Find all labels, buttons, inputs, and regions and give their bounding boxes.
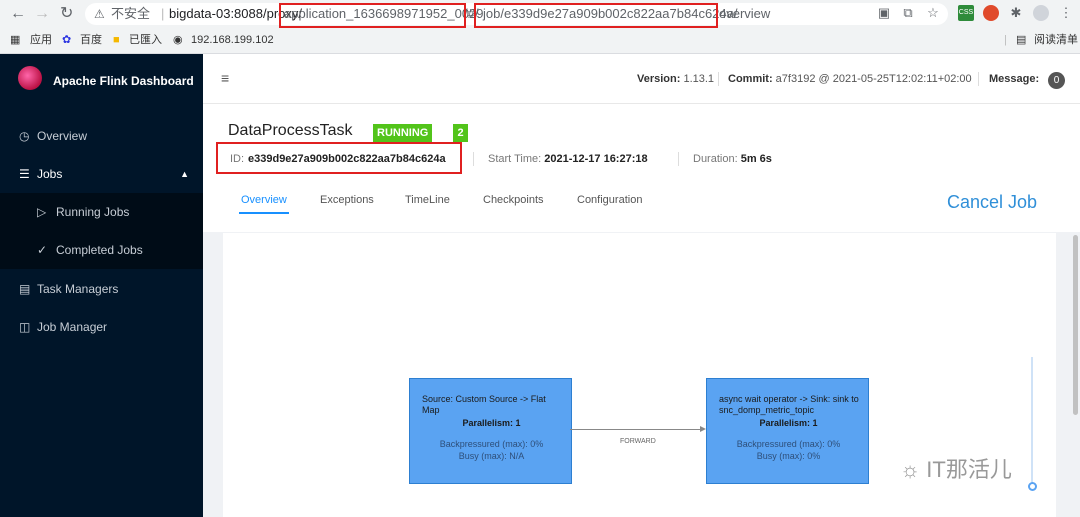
dashboard-icon: ◷ bbox=[19, 129, 30, 143]
globe-icon: ◉ bbox=[173, 34, 183, 46]
app-title: Apache Flink Dashboard bbox=[53, 74, 194, 88]
graph-node-sink[interactable]: async wait operator -> Sink: sink to snc… bbox=[706, 378, 869, 484]
profile-icon[interactable] bbox=[1033, 5, 1049, 21]
bookmark-imported[interactable]: 已匯入 bbox=[129, 29, 162, 51]
bookmarks-bar: ▦ 应用 ✿ 百度 ■ 已匯入 ◉ 192.168.199.102 | ▤ 阅读… bbox=[0, 29, 1080, 51]
version-label: Version: bbox=[637, 73, 681, 85]
start-time: 2021-12-17 16:27:18 bbox=[544, 153, 648, 165]
arrow-head-icon bbox=[700, 426, 706, 432]
highlight-box bbox=[216, 142, 462, 174]
graph-node-source[interactable]: Source: Custom Source -> Flat Map Parall… bbox=[409, 378, 572, 484]
node-parallelism: Parallelism: 1 bbox=[759, 418, 818, 428]
tab-overview[interactable]: Overview bbox=[239, 186, 289, 214]
chevron-up-icon: ▲ bbox=[180, 169, 189, 179]
version-value: 1.13.1 bbox=[683, 73, 715, 85]
highlight-box bbox=[279, 3, 466, 28]
edge-label: FORWARD bbox=[620, 438, 656, 445]
cluster-icon: ◫ bbox=[19, 320, 31, 334]
baidu-icon: ✿ bbox=[62, 34, 72, 46]
star-icon[interactable]: ☆ bbox=[925, 5, 941, 21]
cancel-job-button[interactable]: Cancel Job bbox=[947, 192, 1037, 213]
warning-icon: ⚠ bbox=[94, 7, 105, 21]
zoom-slider-handle[interactable] bbox=[1028, 482, 1037, 491]
sidebar-item-job-manager[interactable]: ◫ Job Manager bbox=[0, 308, 203, 346]
graph-edge bbox=[570, 429, 704, 430]
sidebar-item-jobs[interactable]: ☰ Jobs ▲ bbox=[0, 155, 203, 193]
reading-list-icon: ▤ bbox=[1016, 34, 1027, 46]
node-name: async wait operator -> Sink: sink to snc… bbox=[719, 394, 859, 415]
translate-icon[interactable]: ▣ bbox=[876, 5, 892, 21]
flink-logo bbox=[18, 66, 42, 90]
sidebar-item-completed-jobs[interactable]: ✓ Completed Jobs bbox=[0, 231, 203, 269]
bookmark-apps[interactable]: 应用 bbox=[30, 29, 52, 51]
highlight-box bbox=[474, 3, 718, 28]
job-name: DataProcessTask bbox=[228, 122, 353, 139]
check-circle-icon: ✓ bbox=[37, 243, 48, 257]
node-name: Source: Custom Source -> Flat Map bbox=[422, 394, 546, 415]
start-time-label: Start Time: bbox=[488, 153, 542, 165]
wechat-icon: ☼ bbox=[900, 457, 921, 482]
sidebar: Apache Flink Dashboard ◷ Overview ☰ Jobs… bbox=[0, 54, 203, 517]
message-label: Message: bbox=[989, 73, 1040, 85]
tab-exceptions[interactable]: Exceptions bbox=[318, 186, 376, 214]
main-area: ≡ Version: 1.13.1 Commit: a7f3192 @ 2021… bbox=[203, 54, 1080, 517]
share-icon[interactable]: ⧉ bbox=[900, 5, 916, 21]
commit-label: Commit: bbox=[728, 73, 773, 85]
play-circle-icon: ▷ bbox=[37, 205, 47, 219]
node-busy: Busy (max): 0% bbox=[756, 451, 821, 461]
status-badge: RUNNING bbox=[373, 124, 433, 142]
duration: 5m 6s bbox=[740, 153, 772, 165]
reading-list[interactable]: 阅读清单 bbox=[1034, 29, 1078, 51]
page-scrollbar[interactable] bbox=[1073, 235, 1078, 415]
watermark: ☼ IT那活儿 bbox=[900, 457, 1012, 482]
reload-icon[interactable]: ↻ bbox=[60, 4, 73, 24]
top-bar: ≡ Version: 1.13.1 Commit: a7f3192 @ 2021… bbox=[203, 54, 1080, 104]
forward-arrow-icon[interactable]: → bbox=[34, 4, 50, 24]
url-overview: overview bbox=[719, 6, 771, 21]
node-backpressure: Backpressured (max): 0% bbox=[736, 439, 841, 449]
menu-dots-icon[interactable]: ⋮ bbox=[1058, 5, 1074, 21]
duration-label: Duration: bbox=[693, 153, 738, 165]
zoom-slider-track[interactable] bbox=[1031, 357, 1033, 487]
node-backpressure: Backpressured (max): 0% bbox=[439, 439, 544, 449]
task-count-badge: 2 bbox=[453, 124, 468, 142]
list-icon: ☰ bbox=[19, 167, 30, 181]
extension-icon[interactable]: CSS bbox=[958, 5, 974, 21]
message-count-badge[interactable]: 0 bbox=[1048, 72, 1065, 89]
tab-checkpoints[interactable]: Checkpoints bbox=[481, 186, 546, 214]
menu-fold-icon[interactable]: ≡ bbox=[221, 70, 229, 86]
puzzle-icon[interactable]: ✱ bbox=[1008, 5, 1024, 21]
browser-chrome: ← → ↻ ⚠ 不安全 | bigdata-03:8088/proxy/ app… bbox=[0, 0, 1080, 54]
apps-icon[interactable]: ▦ bbox=[10, 29, 20, 51]
calendar-icon: ▤ bbox=[19, 282, 31, 296]
sidebar-item-task-managers[interactable]: ▤ Task Managers bbox=[0, 270, 203, 308]
extension-icon[interactable] bbox=[983, 5, 999, 21]
commit-value: a7f3192 @ 2021-05-25T12:02:11+02:00 bbox=[775, 73, 972, 85]
folder-icon: ■ bbox=[113, 34, 120, 46]
tab-timeline[interactable]: TimeLine bbox=[403, 186, 452, 214]
bookmark-baidu[interactable]: 百度 bbox=[80, 29, 102, 51]
back-arrow-icon[interactable]: ← bbox=[10, 4, 26, 24]
node-busy: Busy (max): N/A bbox=[458, 451, 525, 461]
insecure-label: 不安全 bbox=[111, 6, 151, 21]
sidebar-item-running-jobs[interactable]: ▷ Running Jobs bbox=[0, 193, 203, 231]
bookmark-ip[interactable]: 192.168.199.102 bbox=[191, 29, 274, 51]
sidebar-item-overview[interactable]: ◷ Overview bbox=[0, 117, 203, 155]
node-parallelism: Parallelism: 1 bbox=[462, 418, 521, 428]
tab-configuration[interactable]: Configuration bbox=[575, 186, 644, 214]
